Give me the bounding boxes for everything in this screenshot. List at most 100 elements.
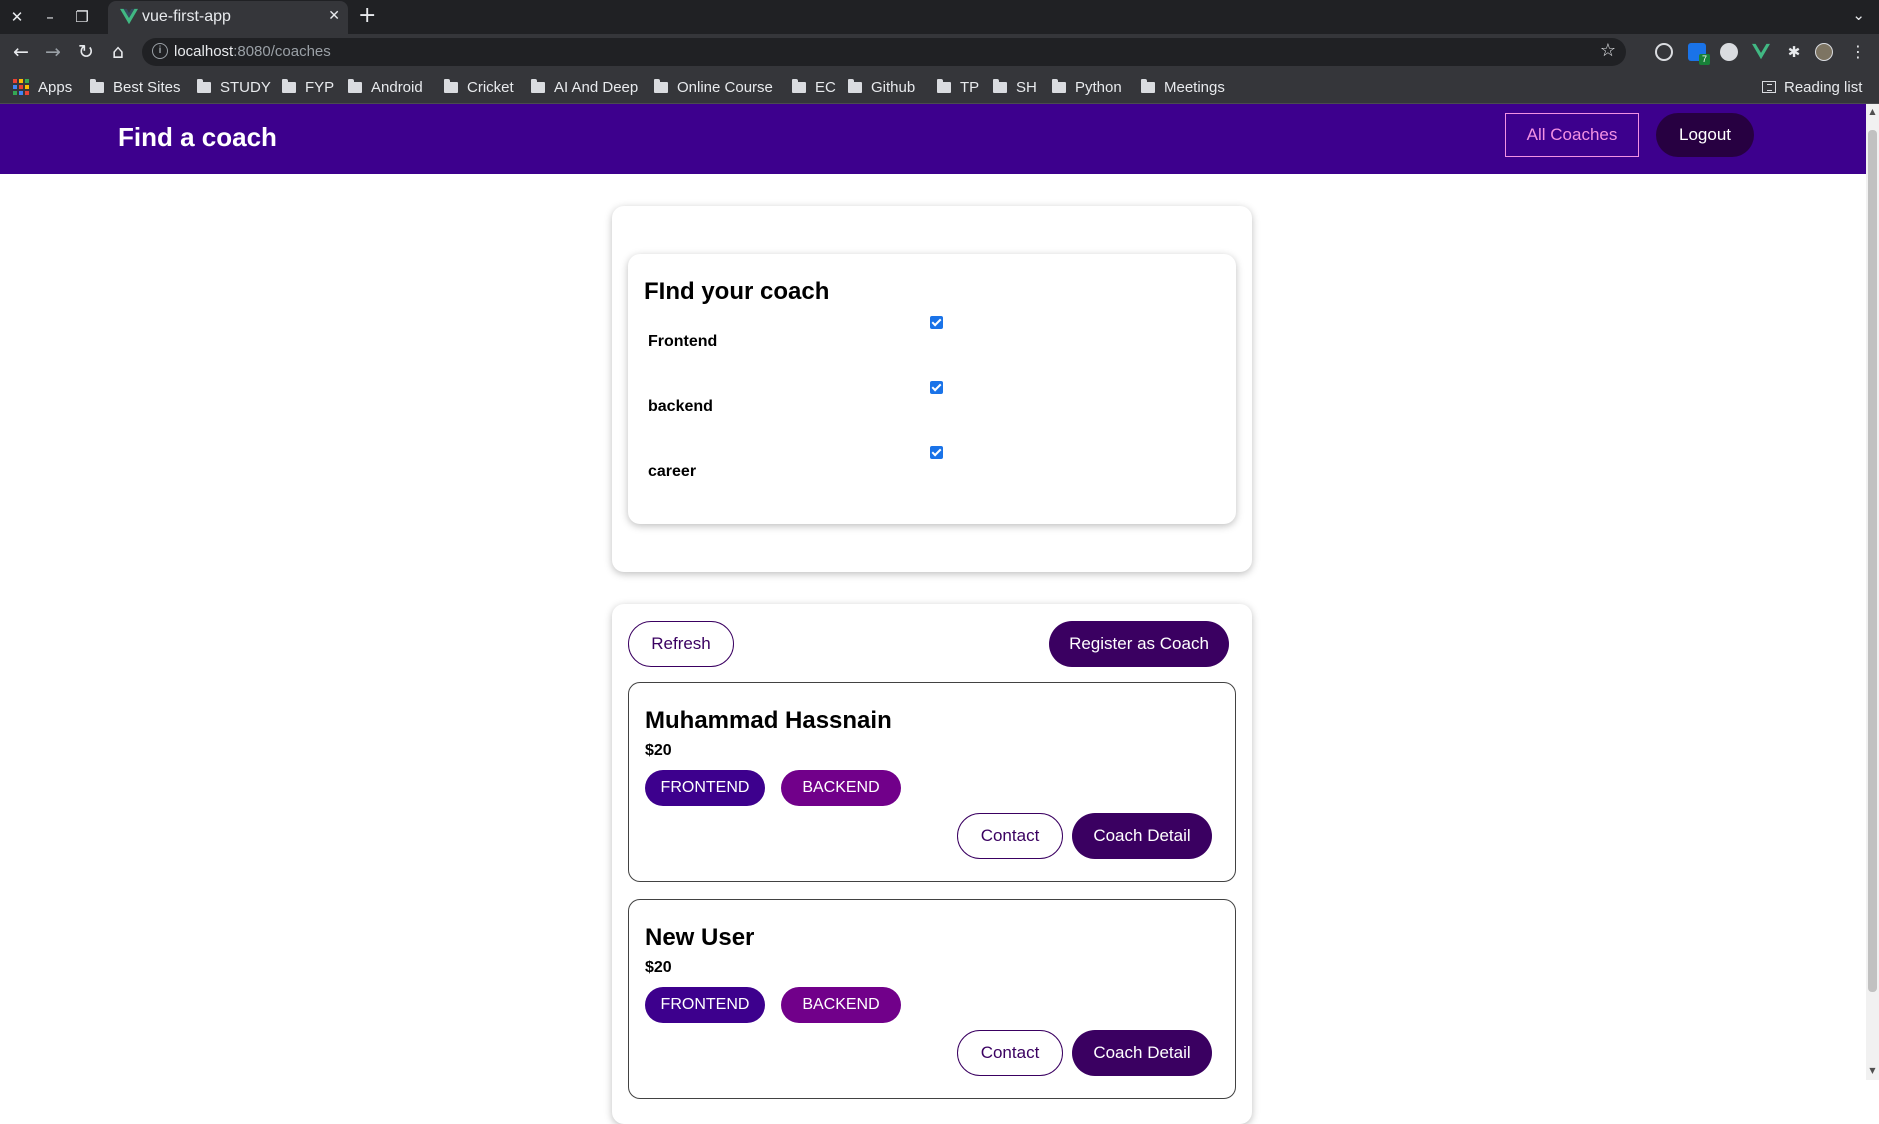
bookmark-folder[interactable]: Meetings bbox=[1141, 77, 1225, 97]
bookmark-label: SH bbox=[1016, 78, 1037, 96]
coach-card: New User $20 FRONTEND BACKEND Contact Co… bbox=[628, 899, 1236, 1099]
folder-icon bbox=[348, 78, 362, 93]
bookmark-label: FYP bbox=[305, 78, 335, 96]
coach-name: New User bbox=[645, 924, 755, 951]
app-header: Find a coach All Coaches Logout bbox=[0, 104, 1866, 174]
tab-title: vue-first-app bbox=[142, 8, 231, 25]
address-url[interactable]: localhost:8080/coaches bbox=[174, 43, 331, 60]
page-scrollbar[interactable]: ▲ ▼ bbox=[1866, 104, 1879, 1080]
browser-tab[interactable]: vue-first-app ✕ bbox=[108, 1, 348, 34]
extension-badge: 7 bbox=[1699, 54, 1710, 65]
bookmark-folder[interactable]: STUDY bbox=[197, 77, 271, 97]
bookmark-folder[interactable]: AI And Deep bbox=[531, 77, 638, 97]
bookmarks-bar: Apps Best Sites STUDY FYP Android Cricke… bbox=[0, 70, 1879, 104]
back-arrow-icon[interactable]: ← bbox=[9, 40, 33, 64]
browser-tab-bar: ✕ – ❐ vue-first-app ✕ + ⌄ bbox=[0, 0, 1879, 34]
window-restore-icon[interactable]: ❐ bbox=[70, 5, 94, 29]
reading-list-label: Reading list bbox=[1784, 78, 1863, 96]
site-info-icon[interactable]: i bbox=[152, 43, 168, 59]
area-badge-frontend: FRONTEND bbox=[645, 770, 765, 806]
folder-icon bbox=[848, 78, 862, 93]
address-bar[interactable]: i localhost:8080/coaches ☆ bbox=[142, 38, 1626, 66]
bookmark-folder[interactable]: FYP bbox=[282, 77, 334, 97]
bookmark-label: EC bbox=[815, 78, 836, 96]
filter-title: FInd your coach bbox=[644, 278, 830, 305]
backend-checkbox[interactable] bbox=[930, 381, 943, 394]
gray-extension-icon[interactable] bbox=[1720, 43, 1738, 61]
bookmark-label: Python bbox=[1075, 78, 1122, 96]
profile-avatar[interactable] bbox=[1815, 43, 1833, 61]
home-icon[interactable]: ⌂ bbox=[106, 40, 130, 64]
folder-icon bbox=[282, 78, 296, 93]
reading-list-button[interactable]: Reading list bbox=[1762, 77, 1862, 97]
bookmark-label: Cricket bbox=[467, 78, 514, 96]
contact-button[interactable]: Contact bbox=[957, 813, 1063, 859]
window-minimize-icon[interactable]: – bbox=[38, 5, 62, 29]
reading-list-icon bbox=[1762, 81, 1776, 93]
coach-rate: $20 bbox=[645, 742, 672, 759]
all-coaches-link[interactable]: All Coaches bbox=[1505, 113, 1639, 157]
bookmark-label: Best Sites bbox=[113, 78, 181, 96]
bookmark-folder[interactable]: SH bbox=[993, 77, 1037, 97]
translate-extension-icon[interactable]: 7 bbox=[1688, 43, 1710, 65]
folder-icon bbox=[90, 78, 104, 93]
refresh-button[interactable]: Refresh bbox=[628, 621, 734, 667]
contact-button[interactable]: Contact bbox=[957, 1030, 1063, 1076]
frontend-checkbox[interactable] bbox=[930, 316, 943, 329]
bookmark-folder[interactable]: Android bbox=[348, 77, 423, 97]
scroll-up-arrow-icon[interactable]: ▲ bbox=[1868, 107, 1877, 116]
bookmark-folder[interactable]: Python bbox=[1052, 77, 1122, 97]
coach-rate: $20 bbox=[645, 959, 672, 976]
bookmark-folder[interactable]: Online Course bbox=[654, 77, 773, 97]
reload-icon[interactable]: ↻ bbox=[74, 40, 98, 64]
coach-name: Muhammad Hassnain bbox=[645, 707, 892, 734]
scrollbar-thumb[interactable] bbox=[1868, 130, 1877, 992]
bookmark-label: STUDY bbox=[220, 78, 271, 96]
coach-detail-button[interactable]: Coach Detail bbox=[1072, 813, 1212, 859]
logout-button[interactable]: Logout bbox=[1656, 113, 1754, 157]
coach-filter-card: FInd your coach Frontend backend career bbox=[628, 254, 1236, 524]
tab-close-icon[interactable]: ✕ bbox=[328, 8, 340, 24]
vue-devtools-icon[interactable] bbox=[1752, 43, 1770, 61]
bookmark-label: Android bbox=[371, 78, 423, 96]
backend-label[interactable]: backend bbox=[648, 398, 713, 416]
coach-detail-button[interactable]: Coach Detail bbox=[1072, 1030, 1212, 1076]
folder-icon bbox=[792, 78, 806, 93]
folder-icon bbox=[993, 78, 1007, 93]
browser-toolbar: ← → ↻ ⌂ i localhost:8080/coaches ☆ 7 ✱ ⋮ bbox=[0, 34, 1879, 70]
bookmark-label: Meetings bbox=[1164, 78, 1225, 96]
bookmark-folder[interactable]: Github bbox=[848, 77, 915, 97]
career-label[interactable]: career bbox=[648, 463, 696, 481]
folder-icon bbox=[937, 78, 951, 93]
new-tab-icon[interactable]: + bbox=[358, 3, 376, 28]
scroll-down-arrow-icon[interactable]: ▼ bbox=[1868, 1066, 1877, 1075]
globe-extension-icon[interactable] bbox=[1655, 43, 1673, 61]
frontend-label[interactable]: Frontend bbox=[648, 333, 717, 351]
career-checkbox[interactable] bbox=[930, 446, 943, 459]
bookmark-folder[interactable]: EC bbox=[792, 77, 836, 97]
bookmark-folder[interactable]: Cricket bbox=[444, 77, 514, 97]
bookmark-label: TP bbox=[960, 78, 980, 96]
window-close-icon[interactable]: ✕ bbox=[5, 5, 29, 29]
bookmark-label: AI And Deep bbox=[554, 78, 639, 96]
bookmark-label: Apps bbox=[38, 78, 73, 96]
bookmark-apps[interactable]: Apps bbox=[13, 77, 72, 97]
apps-grid-icon bbox=[13, 79, 29, 95]
folder-icon bbox=[654, 78, 668, 93]
forward-arrow-icon[interactable]: → bbox=[41, 40, 65, 64]
area-badge-frontend: FRONTEND bbox=[645, 987, 765, 1023]
area-badge-backend: BACKEND bbox=[781, 987, 901, 1023]
folder-icon bbox=[531, 78, 545, 93]
brand-link[interactable]: Find a coach bbox=[118, 122, 277, 153]
bookmark-label: Github bbox=[871, 78, 916, 96]
register-coach-button[interactable]: Register as Coach bbox=[1049, 621, 1229, 667]
tab-search-chevron-icon[interactable]: ⌄ bbox=[1852, 6, 1865, 24]
chrome-menu-icon[interactable]: ⋮ bbox=[1846, 40, 1870, 64]
extensions-puzzle-icon[interactable]: ✱ bbox=[1785, 43, 1803, 61]
bookmark-folder[interactable]: TP bbox=[937, 77, 979, 97]
coach-card: Muhammad Hassnain $20 FRONTEND BACKEND C… bbox=[628, 682, 1236, 882]
bookmark-label: Online Course bbox=[677, 78, 773, 96]
bookmark-folder[interactable]: Best Sites bbox=[90, 77, 181, 97]
area-badge-backend: BACKEND bbox=[781, 770, 901, 806]
bookmark-star-icon[interactable]: ☆ bbox=[1600, 40, 1616, 61]
